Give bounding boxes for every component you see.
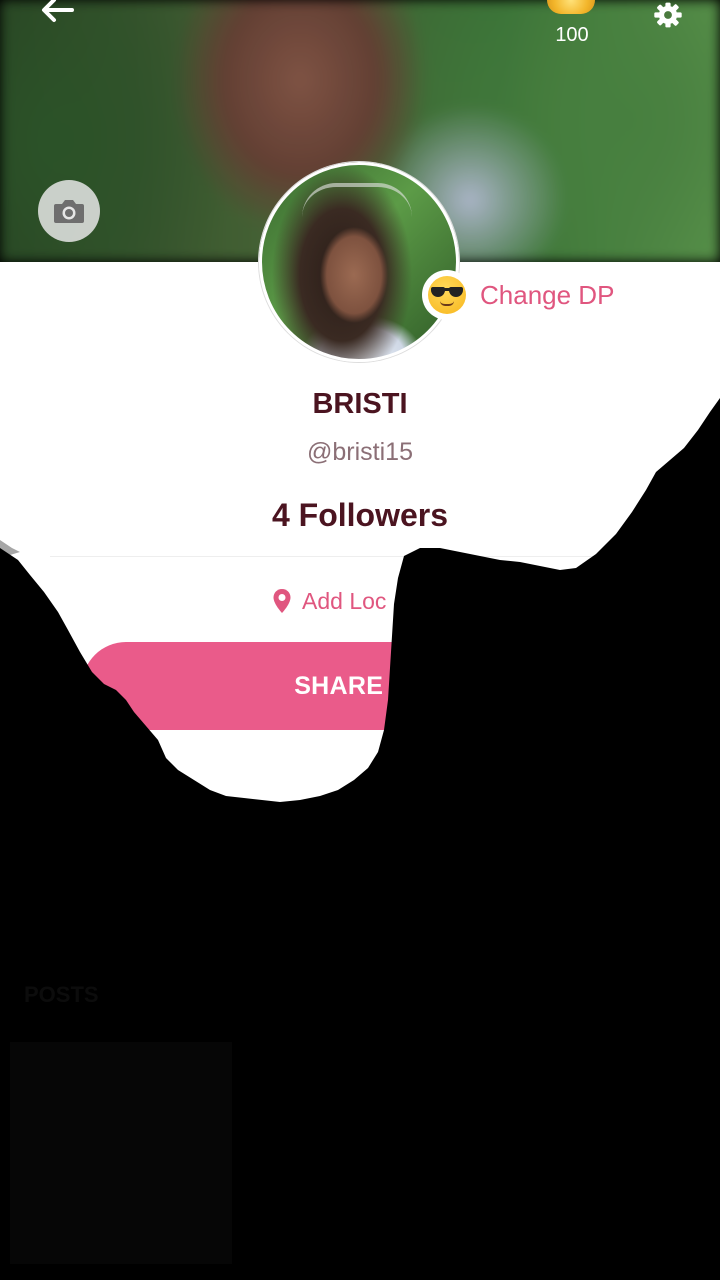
avatar-hairband: [302, 183, 412, 223]
share-profile-label: SHARE PR: [294, 671, 426, 700]
add-location-button[interactable]: Add Loc: [272, 584, 386, 618]
divider: [50, 556, 670, 557]
change-dp-label: Change DP: [480, 279, 615, 310]
location-pin-icon: [273, 589, 291, 613]
back-button[interactable]: [30, 0, 80, 30]
share-profile-button[interactable]: SHARE PR: [82, 642, 638, 730]
change-dp-button[interactable]: Change DP: [420, 268, 614, 322]
change-cover-button[interactable]: [38, 180, 100, 242]
add-location-label: Add Loc: [302, 587, 387, 614]
avatar[interactable]: [259, 162, 459, 362]
arrow-left-icon: [42, 0, 74, 22]
coin-count: 100: [555, 24, 589, 46]
post-thumbnail[interactable]: [10, 1042, 232, 1264]
gear-icon: [654, 2, 682, 28]
profile-handle: @bristi15: [307, 438, 413, 466]
camera-icon: [54, 200, 84, 223]
followers-count[interactable]: 4 Followers: [0, 497, 720, 534]
profile-name: BRISTI: [312, 388, 408, 420]
posts-section-label: POSTS: [24, 982, 99, 1007]
coin-icon[interactable]: [547, 0, 595, 14]
sunglasses-emoji-icon: [422, 270, 472, 320]
settings-button[interactable]: [644, 0, 692, 30]
